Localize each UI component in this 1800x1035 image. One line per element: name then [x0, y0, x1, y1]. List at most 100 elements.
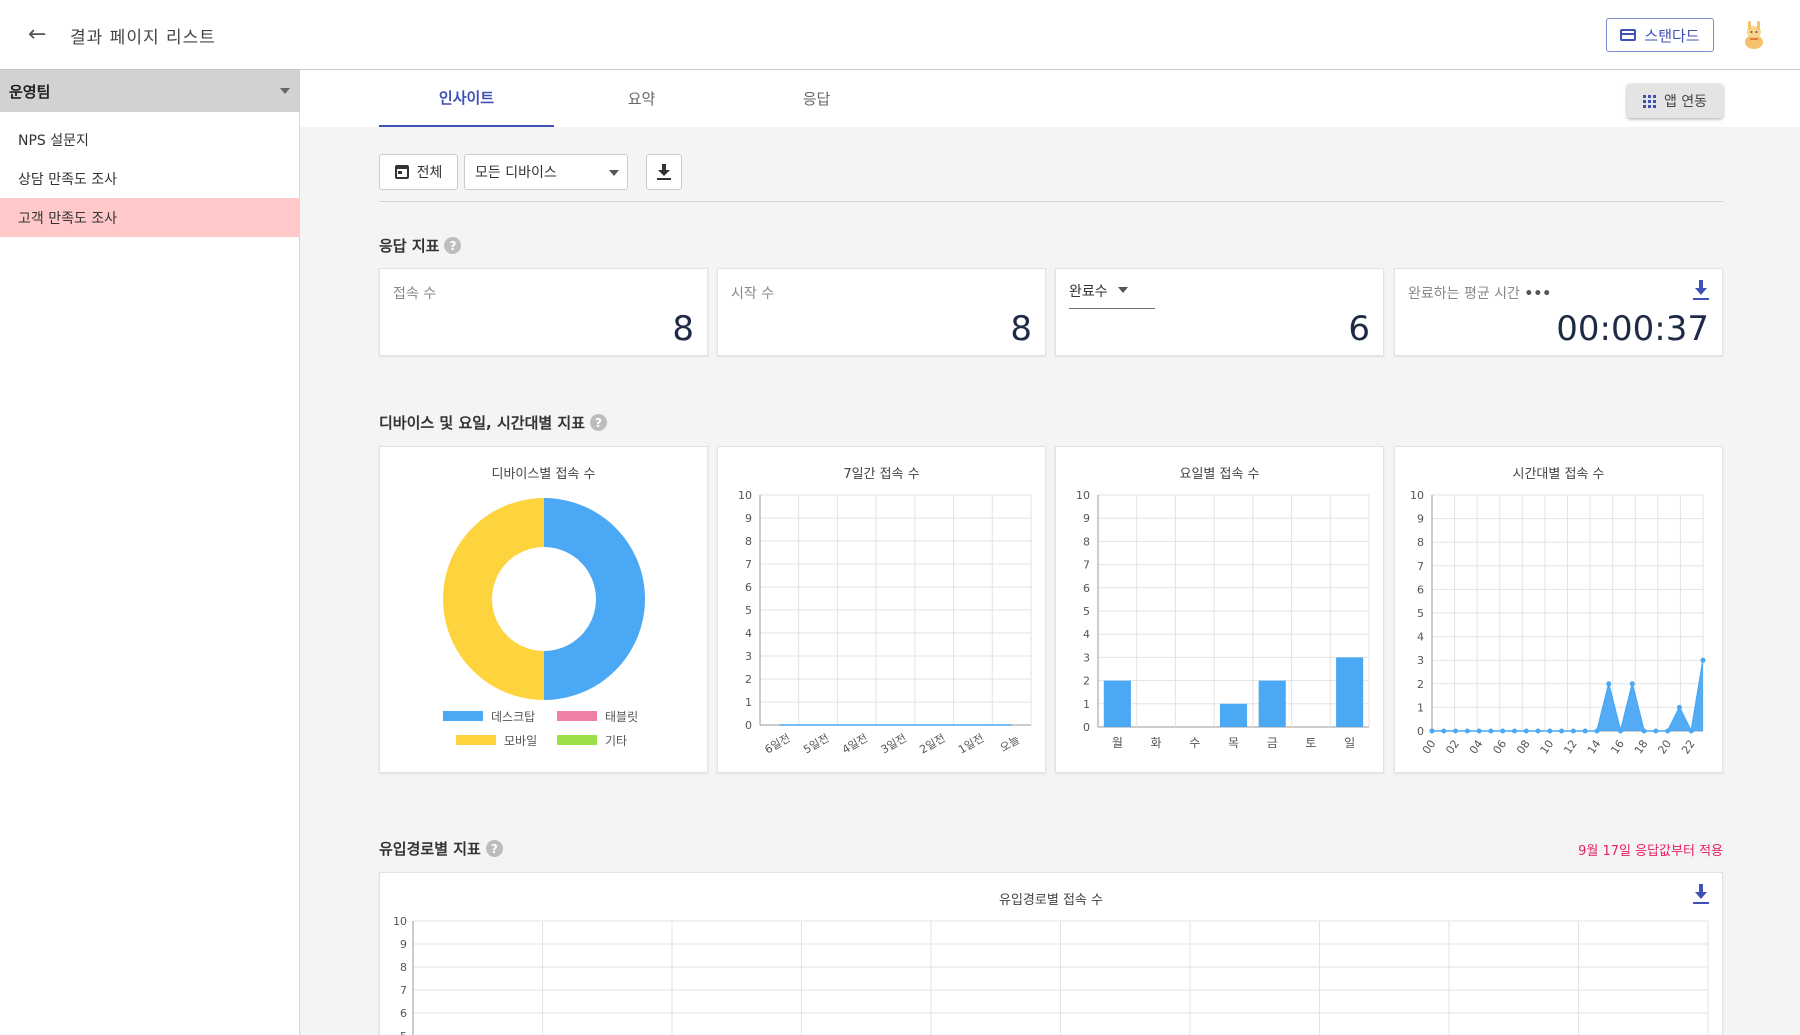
metric-select-value: 완료수: [1069, 284, 1108, 300]
date-range-button[interactable]: 전체: [379, 154, 458, 190]
help-icon[interactable]: ?: [444, 237, 462, 254]
y-tick-label: 10: [738, 489, 752, 502]
y-tick-label: 0: [745, 719, 752, 732]
point-01: [1441, 728, 1447, 734]
y-tick-label: 5: [1417, 607, 1424, 620]
y-tick-label: 5: [1083, 605, 1090, 618]
filter-toolbar: 전체 모든 디바이스: [379, 154, 682, 190]
sidebar-item-customer-survey[interactable]: 고객 만족도 조사: [0, 198, 300, 237]
download-icon[interactable]: [1692, 279, 1710, 301]
user-avatar-icon[interactable]: [1742, 20, 1766, 50]
sidebar-item-label: NPS 설문지: [18, 132, 89, 149]
help-icon[interactable]: ?: [485, 840, 503, 857]
y-tick-label: 0: [1417, 725, 1424, 738]
y-tick-label: 10: [1076, 489, 1090, 502]
point-12: [1570, 728, 1576, 734]
y-tick-label: 3: [1083, 651, 1090, 664]
metric-label-text: 완료하는 평균 시간: [1408, 286, 1520, 302]
x-tick-label: 일: [1344, 736, 1355, 750]
download-button[interactable]: [646, 154, 682, 190]
chevron-down-icon: [280, 88, 290, 94]
metric-card-avg-time: 완료하는 평균 시간 ••• 00:00:37: [1394, 268, 1723, 356]
point-03: [1464, 728, 1470, 734]
source-chart-card: 유입경로별 접속 수 1098765: [379, 872, 1723, 1035]
point-16: [1618, 728, 1624, 734]
y-tick-label: 7: [1083, 559, 1090, 572]
download-icon: [657, 164, 671, 180]
section-title-text: 유입경로별 지표: [379, 840, 481, 858]
y-tick-label: 8: [745, 535, 752, 548]
tab-bar: 인사이트 요약 응답 앱 연동: [300, 70, 1800, 127]
y-tick-label: 6: [400, 1007, 407, 1020]
y-tick-label: 9: [1083, 512, 1090, 525]
tab-responses[interactable]: 응답: [729, 70, 904, 127]
weekday-chart-card: 요일별 접속 수 0 1 2 3 4 5 6 7 8 9 10 월 화 수 목 금 토 일: [1055, 446, 1384, 773]
weekday-bar-chart: 0 1 2 3 4 5 6 7 8 9 10 월 화 수 목 금 토 일: [1076, 489, 1370, 750]
app-link-button[interactable]: 앱 연동: [1627, 84, 1723, 118]
help-icon[interactable]: ?: [590, 414, 607, 431]
y-tick-label: 0: [1083, 721, 1090, 734]
top-header: ← 결과 페이지 리스트 스탠다드: [0, 0, 1800, 70]
sidebar-item-nps-survey[interactable]: NPS 설문지: [0, 120, 300, 159]
legend-swatch: [443, 711, 483, 721]
main-content: 인사이트 요약 응답 앱 연동 전체 모든 디바이스 응답 지표 ? 접속 수 …: [300, 70, 1800, 1035]
date-range-label: 전체: [416, 165, 443, 181]
legend-label: 기타: [605, 734, 627, 748]
metric-value: 8: [1010, 309, 1032, 349]
metric-label: 접속 수: [393, 286, 437, 302]
tab-insight[interactable]: 인사이트: [379, 70, 554, 127]
y-tick-label: 10: [1410, 489, 1424, 502]
x-tick-label: 18: [1632, 738, 1651, 757]
x-tick-label: 금: [1267, 736, 1278, 750]
sidebar-item-label: 고객 만족도 조사: [18, 210, 118, 227]
x-tick-label: 08: [1514, 738, 1533, 757]
y-tick-label: 8: [1083, 535, 1090, 548]
y-tick-label: 1: [1083, 698, 1090, 711]
x-tick-label: 06: [1490, 738, 1509, 757]
x-tick-label: 04: [1467, 738, 1486, 757]
x-tick-label: 12: [1561, 738, 1580, 757]
y-tick-label: 5: [400, 1030, 407, 1035]
divider: [379, 201, 1723, 202]
x-tick-label: 02: [1443, 738, 1462, 757]
metric-value: 00:00:37: [1556, 309, 1709, 349]
metric-card-visits: 접속 수 8: [379, 268, 708, 356]
x-tick-label: 수: [1189, 736, 1200, 750]
bar-목: [1219, 703, 1248, 727]
completion-metric-select[interactable]: 완료수: [1069, 281, 1155, 309]
x-tick-label: 10: [1538, 738, 1557, 757]
back-arrow-icon[interactable]: ←: [28, 22, 54, 48]
point-11: [1559, 728, 1565, 734]
point-20: [1665, 728, 1671, 734]
plan-button[interactable]: 스탠다드: [1606, 18, 1714, 52]
source-note: 9월 17일 응답값부터 적용: [1578, 844, 1723, 859]
donut-slice-0: [544, 498, 645, 700]
sidebar-item-consult-survey[interactable]: 상담 만족도 조사: [0, 159, 300, 198]
donut-slice-2: [443, 498, 544, 700]
team-label: 운영팀: [9, 82, 51, 101]
x-tick-label: 토: [1305, 736, 1316, 750]
team-select[interactable]: 운영팀: [0, 70, 300, 112]
x-tick-label: 20: [1655, 738, 1674, 757]
point-13: [1582, 728, 1588, 734]
point-09: [1535, 728, 1541, 734]
x-tick-label: 목: [1228, 736, 1239, 750]
x-tick-label: 16: [1608, 738, 1627, 757]
y-tick-label: 9: [1417, 513, 1424, 526]
section-title-text: 디바이스 및 요일, 시간대별 지표: [379, 414, 585, 432]
more-icon[interactable]: •••: [1524, 286, 1551, 302]
y-tick-label: 6: [745, 581, 752, 594]
x-tick-label: 1일전: [956, 731, 987, 757]
tab-summary[interactable]: 요약: [554, 70, 729, 127]
legend-swatch: [557, 711, 597, 721]
legend-label: 태블릿: [605, 710, 638, 724]
x-tick-label: 4일전: [839, 731, 870, 757]
chevron-down-icon: [609, 170, 619, 176]
point-22: [1688, 728, 1694, 734]
metric-label: 완료하는 평균 시간 •••: [1408, 283, 1551, 303]
x-tick-label: 화: [1151, 736, 1162, 750]
point-19: [1653, 728, 1659, 734]
sidebar: 운영팀 NPS 설문지 상담 만족도 조사 고객 만족도 조사: [0, 70, 300, 1035]
metric-value: 6: [1348, 309, 1370, 349]
device-select[interactable]: 모든 디바이스: [464, 154, 628, 190]
